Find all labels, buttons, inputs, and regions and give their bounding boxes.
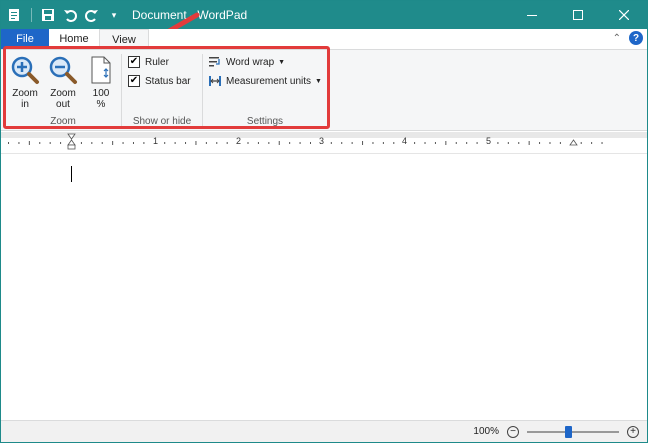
zoom-in-label: Zoom in [12, 88, 38, 110]
zoom-group: Zoom in Zoom out 100 % Zoom [5, 50, 121, 130]
maximize-button[interactable] [555, 1, 601, 29]
ruler-checkbox-row[interactable]: ✔ Ruler [128, 56, 169, 68]
word-wrap-dropdown-icon: ▼ [278, 58, 286, 66]
ruler-label: Ruler [145, 56, 169, 68]
minimize-ribbon-icon[interactable]: ⌃ [613, 33, 621, 44]
ribbon-view: Zoom in Zoom out 100 % Zoom ✔ Ruler ✔ St… [1, 49, 647, 131]
zoom-group-label: Zoom [50, 116, 76, 127]
save-icon[interactable] [40, 7, 56, 23]
zoom-out-status-button[interactable]: − [507, 425, 519, 438]
help-icon[interactable]: ? [629, 31, 643, 45]
ruler-number: 2 [236, 136, 242, 146]
zoom-in-status-button[interactable]: + [627, 425, 639, 438]
ruler-number: 3 [319, 136, 325, 146]
measurement-units-label: Measurement units [226, 75, 312, 87]
measurement-units-icon [209, 76, 221, 86]
tab-file[interactable]: File [1, 29, 49, 49]
minimize-button[interactable] [509, 1, 555, 29]
zoom-100-label: 100 % [92, 88, 110, 110]
word-wrap-button[interactable]: Word wrap ▼ [208, 55, 285, 69]
ruler-number: 5 [486, 136, 492, 146]
ruler-checkbox[interactable]: ✔ [128, 56, 140, 68]
show-hide-group-label: Show or hide [132, 116, 192, 127]
quick-access-toolbar: ▾ [1, 7, 122, 23]
show-hide-group: ✔ Ruler ✔ Status bar Show or hide [122, 50, 202, 130]
status-bar-checkbox[interactable]: ✔ [128, 75, 140, 87]
measurement-units-button[interactable]: Measurement units ▼ [208, 74, 322, 88]
wordpad-window: ▾ Document - WordPad File Home View ⌃ ? [0, 0, 648, 443]
zoom-out-icon [49, 56, 77, 84]
word-wrap-icon [209, 57, 220, 67]
window-controls [509, 1, 647, 29]
document-editor[interactable] [1, 154, 647, 422]
window-title: Document - WordPad [132, 8, 248, 22]
status-bar: 100% − + [1, 420, 647, 442]
zoom-level: 100% [473, 426, 499, 437]
zoom-out-label: Zoom out [50, 88, 76, 110]
ribbon-tabs: File Home View ⌃ ? [1, 29, 647, 49]
undo-icon[interactable] [62, 7, 78, 23]
qat-separator [31, 8, 32, 22]
zoom-slider-thumb[interactable] [565, 425, 573, 438]
customize-qat-icon[interactable]: ▾ [106, 7, 122, 23]
tab-home[interactable]: Home [49, 29, 99, 49]
ruler-numbers: 1 2 3 4 5 [1, 136, 647, 148]
zoom-100-button[interactable]: 100 % [83, 54, 119, 110]
word-wrap-label: Word wrap [226, 56, 275, 68]
ribbon-options: ⌃ ? [613, 31, 643, 45]
text-cursor [71, 166, 72, 182]
close-button[interactable] [601, 1, 647, 29]
zoom-in-icon [11, 56, 39, 84]
measurement-units-dropdown-icon: ▼ [315, 77, 322, 85]
settings-group-label: Settings [246, 116, 284, 127]
zoom-out-button[interactable]: Zoom out [45, 54, 81, 110]
ruler-number: 1 [153, 136, 159, 146]
title-bar: ▾ Document - WordPad [1, 1, 647, 29]
tab-view[interactable]: View [99, 29, 149, 49]
zoom-in-button[interactable]: Zoom in [7, 54, 43, 110]
page-100-icon [91, 56, 111, 84]
ruler[interactable]: 1 2 3 4 5 [1, 132, 647, 154]
ruler-number: 4 [402, 136, 408, 146]
status-bar-checkbox-row[interactable]: ✔ Status bar [128, 75, 191, 87]
redo-icon[interactable] [84, 7, 100, 23]
zoom-slider-track [527, 430, 619, 433]
settings-group: Word wrap ▼ Measurement units ▼ Settings [203, 50, 327, 130]
status-bar-label: Status bar [145, 75, 191, 87]
wordpad-icon[interactable] [7, 7, 23, 23]
zoom-slider[interactable] [527, 425, 619, 438]
